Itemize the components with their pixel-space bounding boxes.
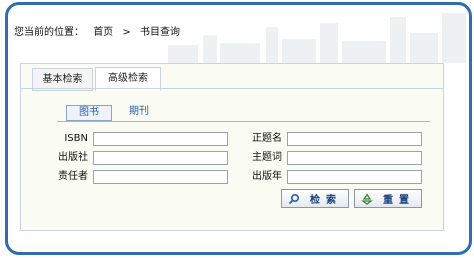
- search-button[interactable]: 检索: [281, 189, 349, 208]
- author-label: 责任者: [58, 171, 88, 182]
- subtab-journals[interactable]: 期刊: [122, 105, 156, 119]
- title-input[interactable]: [287, 132, 422, 146]
- search-button-label: 检索: [310, 195, 342, 206]
- subject-input[interactable]: [287, 151, 422, 165]
- search-icon: [288, 193, 300, 205]
- recycle-icon: [361, 192, 373, 205]
- author-input[interactable]: [93, 170, 228, 184]
- breadcrumb-home-link[interactable]: 首页: [93, 27, 113, 38]
- year-label: 出版年: [252, 171, 282, 182]
- subject-label: 主题词: [252, 152, 282, 163]
- reset-button-label: 重置: [383, 195, 415, 206]
- publisher-label: 出版社: [58, 152, 88, 163]
- year-input[interactable]: [287, 170, 422, 184]
- skyline-decoration: [158, 5, 469, 63]
- title-label: 正题名: [252, 133, 282, 144]
- isbn-input[interactable]: [93, 132, 228, 146]
- breadcrumb-current: 书目查询: [139, 27, 180, 38]
- tab-divider: [20, 88, 443, 89]
- breadcrumb-separator: >: [122, 27, 131, 38]
- subtab-books[interactable]: 图书: [66, 105, 112, 121]
- breadcrumb-prefix: 您当前的位置：: [14, 27, 84, 38]
- breadcrumb: 您当前的位置： 首页 > 书目查询: [14, 23, 186, 38]
- isbn-label: ISBN: [64, 133, 88, 144]
- publisher-input[interactable]: [93, 151, 228, 165]
- reset-button[interactable]: 重置: [354, 189, 422, 208]
- subtab-divider: [57, 121, 430, 122]
